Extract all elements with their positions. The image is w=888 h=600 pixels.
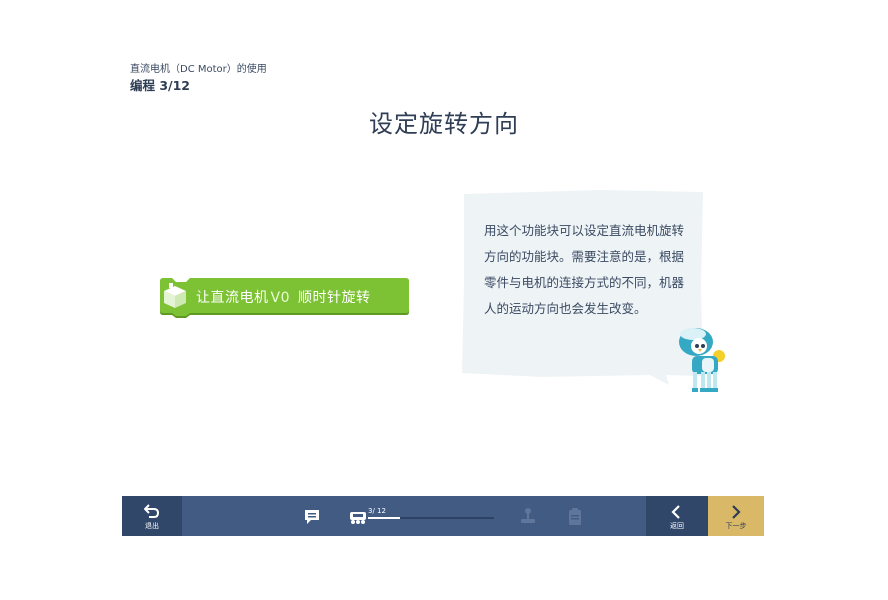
next-label: 下一步 xyxy=(725,522,747,530)
chat-icon[interactable] xyxy=(304,509,320,525)
progress-label: 3/ 12 xyxy=(368,507,386,515)
lesson-step: 编程 3/12 xyxy=(130,78,191,93)
back-button[interactable]: 返回 xyxy=(646,496,708,536)
chevron-left-icon xyxy=(671,505,680,519)
progress-bar-fill xyxy=(368,517,400,519)
description-text: 用这个功能块可以设定直流电机旋转方向的功能块。需要注意的是，根据零件与电机的连接… xyxy=(484,223,685,316)
progress-bar xyxy=(368,517,494,519)
next-button[interactable]: 下一步 xyxy=(708,496,764,536)
lesson-header: 直流电机（DC Motor）的使用 编程 3/12 xyxy=(130,63,267,95)
motor-block-icon xyxy=(164,283,186,308)
bottom-toolbar: 退出 3/ 12 返回 下一步 xyxy=(122,496,764,536)
joystick-icon xyxy=(521,508,535,523)
motor-port-value[interactable]: V0 xyxy=(271,290,290,306)
back-label: 返回 xyxy=(670,522,684,530)
lesson-subtitle: 直流电机（DC Motor）的使用 xyxy=(130,64,267,75)
robot-icon xyxy=(350,512,366,524)
direction-value[interactable]: 顺时针旋转 xyxy=(298,290,371,306)
chevron-right-icon xyxy=(732,505,741,519)
undo-arrow-icon xyxy=(144,504,160,518)
page-title: 设定旋转方向 xyxy=(369,110,519,138)
exit-button[interactable]: 退出 xyxy=(122,496,182,536)
robot-mascot-icon xyxy=(679,328,725,392)
dc-motor-code-block[interactable]: 让直流电机 V0 顺时针旋转 xyxy=(160,278,410,318)
exit-label: 退出 xyxy=(145,522,159,530)
clipboard-icon xyxy=(569,508,581,525)
code-block-text: 让直流电机 V0 顺时针旋转 xyxy=(196,287,370,307)
code-block-label: 让直流电机 xyxy=(196,290,269,306)
